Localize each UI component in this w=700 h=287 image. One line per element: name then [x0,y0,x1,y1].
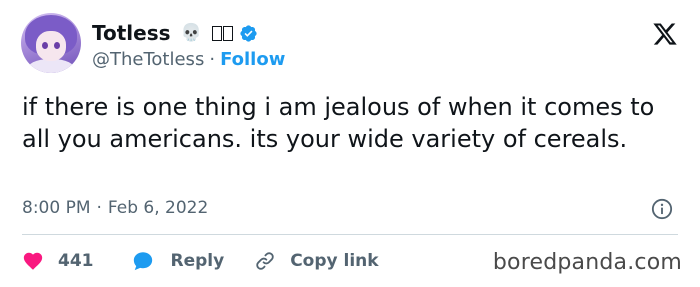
display-name[interactable]: Totless [92,20,171,46]
copy-link-label: Copy link [290,251,379,271]
verified-badge-icon [240,24,257,42]
heart-icon [23,252,43,270]
missing-glyph-icon [211,25,233,41]
tweet-date: Feb 6, 2022 [107,198,209,218]
action-bar: 441 Reply Copy link [22,248,379,274]
x-logo-icon[interactable] [652,21,678,47]
tweet-time: 8:00 PM [22,198,91,218]
handle-separator: · [209,49,216,70]
info-icon[interactable] [651,198,673,220]
reply-bubble-icon [133,252,152,271]
like-button[interactable]: 441 [22,250,94,272]
timestamp-separator: · [96,198,102,218]
follow-button[interactable]: Follow [220,48,285,72]
reply-button[interactable]: Reply [132,250,225,272]
avatar[interactable] [21,13,81,73]
skull-emoji-icon: 💀 [180,22,202,43]
name-row: Totless 💀 [92,20,258,46]
tweet-text: if there is one thing i am jealous of wh… [22,93,655,153]
user-handle[interactable]: @TheTotless [92,48,204,72]
watermark: boredpanda.com [492,250,682,275]
reply-label: Reply [170,251,225,271]
tweet-card: Totless 💀 @TheTotless · Follow if there … [0,0,700,287]
tweet-timestamp[interactable]: 8:00 PM · Feb 6, 2022 [22,197,208,219]
link-icon [256,252,274,270]
like-count: 441 [58,251,94,271]
copy-link-button[interactable]: Copy link [254,250,379,272]
divider [22,234,678,235]
handle-row: @TheTotless · Follow [92,48,285,72]
